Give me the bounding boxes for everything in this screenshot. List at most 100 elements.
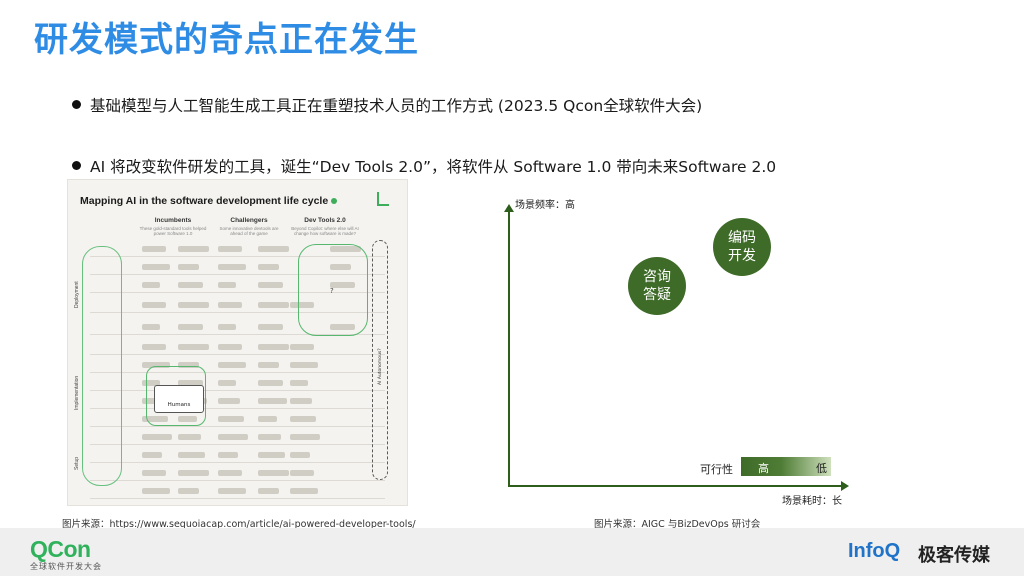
tool-logo-placeholder-icon (258, 302, 289, 308)
tool-logo-placeholder-icon (290, 398, 312, 404)
tool-logo-placeholder-icon (142, 488, 170, 494)
tool-logo-placeholder-icon (258, 488, 279, 494)
map-row (90, 394, 385, 409)
tool-logo-placeholder-icon (290, 344, 314, 350)
x-axis (508, 481, 849, 491)
tool-logo-placeholder-icon (258, 282, 283, 288)
y-axis-label: 场景频率：高 (515, 200, 575, 211)
tool-logo-placeholder-icon (290, 380, 308, 386)
tool-logo-placeholder-icon (178, 470, 209, 476)
x-axis-label: 场景耗时：长 (782, 496, 842, 507)
tool-logo-placeholder-icon (290, 362, 318, 368)
tool-logo-placeholder-icon (290, 434, 320, 440)
bullet-item: AI 将改变软件研发的工具，诞生“Dev Tools 2.0”，将软件从 Sof… (72, 155, 776, 177)
feasibility-high: 高 (758, 462, 769, 475)
map-row (90, 358, 385, 373)
qcon-logo: QCon (30, 536, 91, 562)
tool-logo-placeholder-icon (178, 264, 199, 270)
tool-logo-placeholder-icon (290, 488, 318, 494)
map-row (90, 430, 385, 445)
map-highlight-circle (82, 246, 122, 486)
qcon-subtitle: 全球软件开发大会 (30, 562, 102, 571)
tool-logo-placeholder-icon (258, 416, 277, 422)
tool-logo-placeholder-icon (290, 470, 314, 476)
tool-logo-placeholder-icon (258, 324, 283, 330)
bubble-label: 咨询 答疑 (643, 269, 671, 303)
map-humans-box: Humans (154, 385, 204, 413)
tool-logo-placeholder-icon (178, 452, 205, 458)
tool-logo-placeholder-icon (142, 434, 172, 440)
tool-logo-placeholder-icon (218, 470, 242, 476)
map-row (90, 466, 385, 481)
map-column-devtools-2: Dev Tools 2.0 Beyond Copilot: where else … (291, 217, 359, 236)
tool-logo-placeholder-icon (218, 362, 246, 368)
map-ai-autonomous-label: AI Autonomous? (378, 348, 383, 385)
tool-logo-placeholder-icon (178, 434, 201, 440)
map-row (90, 340, 385, 355)
tool-logo-placeholder-icon (218, 452, 238, 458)
tool-logo-placeholder-icon (290, 416, 316, 422)
tool-logo-placeholder-icon (142, 264, 170, 270)
tool-logo-placeholder-icon (218, 282, 236, 288)
bubble-consulting: 咨询 答疑 (628, 257, 686, 315)
tool-logo-placeholder-icon (258, 452, 285, 458)
map-row (90, 448, 385, 463)
tool-logo-placeholder-icon (178, 344, 209, 350)
map-column-challengers: Challengers Some innovative devtools are … (219, 217, 279, 236)
tool-logo-placeholder-icon (258, 264, 279, 270)
tool-logo-placeholder-icon (178, 246, 209, 252)
bullet-item: 基础模型与人工智能生成工具正在重塑技术人员的工作方式 (2023.5 Qcon全… (72, 94, 702, 116)
map-group-implementation: Implementation (74, 375, 80, 410)
bubble-label: 编码 开发 (728, 230, 756, 264)
sequoia-logo-icon (377, 192, 389, 206)
tool-logo-placeholder-icon (218, 416, 244, 422)
map-group-setup: Setup (74, 456, 80, 470)
tool-logo-placeholder-icon (258, 398, 287, 404)
tool-logo-placeholder-icon (178, 488, 199, 494)
tool-logo-placeholder-icon (142, 302, 166, 308)
ai-sdlc-map-figure: Mapping AI in the software development l… (67, 179, 408, 506)
map-heading: Mapping AI in the software development l… (80, 195, 338, 207)
tool-logo-placeholder-icon (178, 282, 203, 288)
tool-logo-placeholder-icon (178, 302, 209, 308)
tool-logo-placeholder-icon (218, 246, 242, 252)
bubble-coding: 编码 开发 (713, 218, 771, 276)
tool-logo-placeholder-icon (258, 434, 281, 440)
tool-logo-placeholder-icon (178, 324, 203, 330)
map-row (90, 376, 385, 391)
tool-logo-placeholder-icon (218, 488, 246, 494)
tool-logo-placeholder-icon (218, 344, 242, 350)
infoq-cn-name: 极客传媒 (918, 545, 990, 566)
tool-logo-placeholder-icon (258, 470, 289, 476)
tool-logo-placeholder-icon (218, 324, 236, 330)
tool-logo-placeholder-icon (142, 344, 166, 350)
tool-logo-placeholder-icon (142, 282, 160, 288)
map-column-incumbents: Incumbents These gold-standard tools help… (139, 217, 207, 236)
map-row (90, 484, 385, 499)
tool-logo-placeholder-icon (218, 434, 248, 440)
map-row (90, 412, 385, 427)
tool-logo-placeholder-icon (218, 302, 242, 308)
map-group-deployment: Deployment (74, 281, 80, 308)
map-question-mark: ? (330, 287, 334, 295)
tool-logo-placeholder-icon (290, 452, 310, 458)
bullet-dot-icon (72, 161, 81, 170)
tool-logo-placeholder-icon (142, 452, 162, 458)
tool-logo-placeholder-icon (258, 246, 289, 252)
bullet-dot-icon (72, 100, 81, 109)
bullet-text: 基础模型与人工智能生成工具正在重塑技术人员的工作方式 (2023.5 Qcon全… (90, 97, 703, 115)
feasibility-low: 低 (816, 462, 827, 475)
tool-logo-placeholder-icon (218, 264, 246, 270)
tool-logo-placeholder-icon (218, 380, 236, 386)
y-axis (504, 204, 514, 486)
tool-logo-placeholder-icon (142, 246, 166, 252)
tool-logo-placeholder-icon (142, 470, 166, 476)
tool-logo-placeholder-icon (258, 380, 283, 386)
infoq-logo: InfoQ (848, 540, 901, 562)
slide-title: 研发模式的奇点正在发生 (34, 20, 419, 60)
tool-logo-placeholder-icon (142, 324, 160, 330)
green-dot-icon (331, 198, 338, 205)
tool-logo-placeholder-icon (258, 362, 279, 368)
bullet-text: AI 将改变软件研发的工具，诞生“Dev Tools 2.0”，将软件从 Sof… (90, 158, 777, 176)
tool-logo-placeholder-icon (218, 398, 240, 404)
